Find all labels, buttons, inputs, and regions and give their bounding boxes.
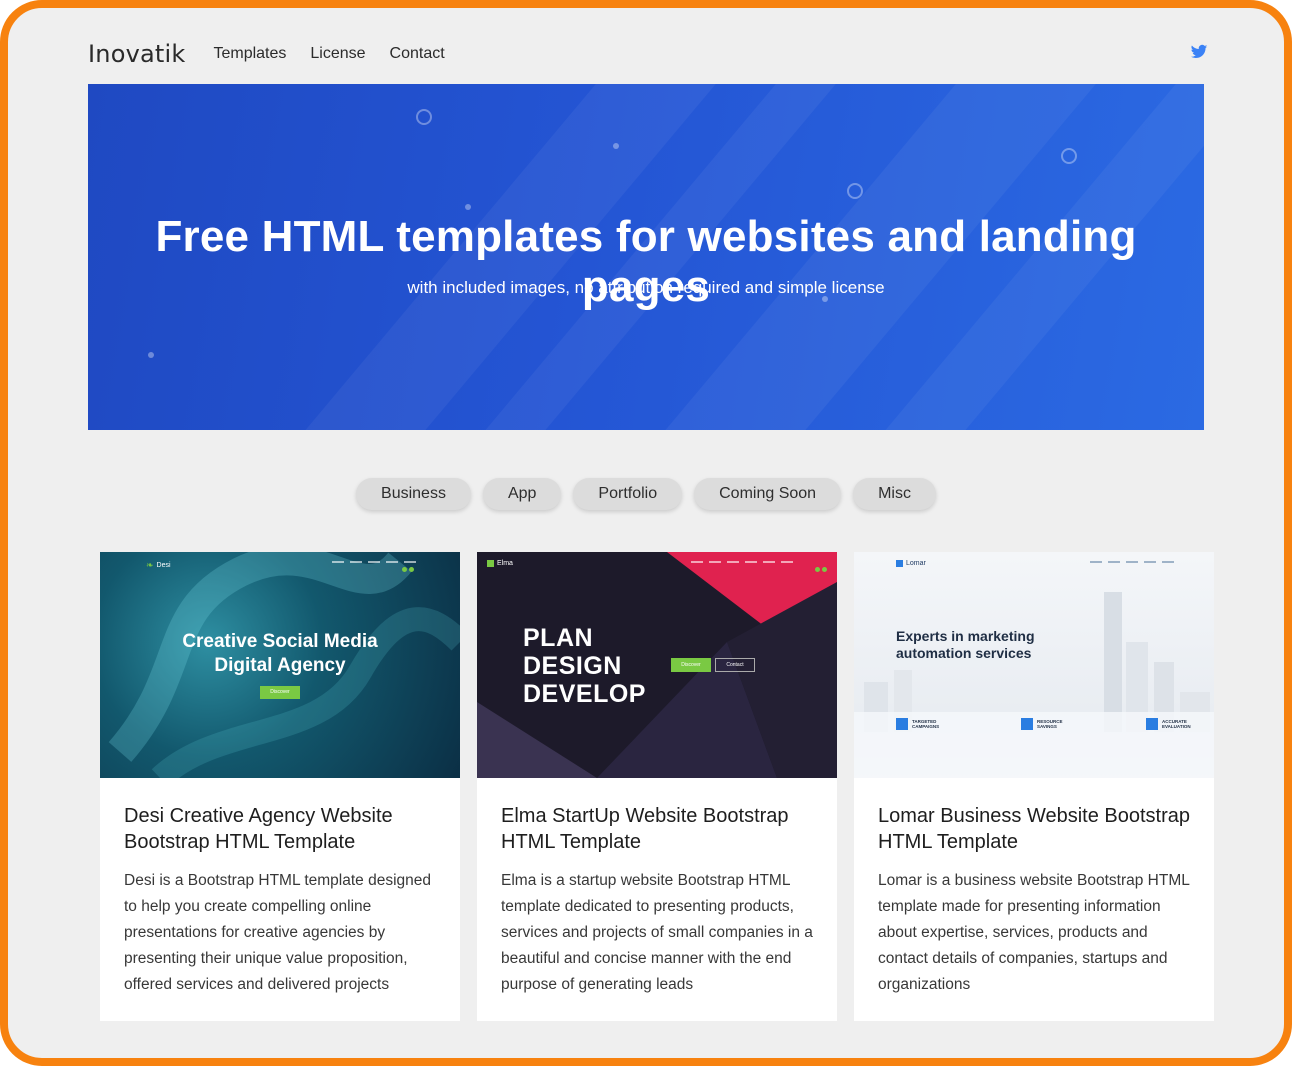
city-skyline-decor (854, 592, 1214, 778)
card-description: Lomar is a business website Bootstrap HT… (878, 872, 1190, 993)
hero-decor-circle (1061, 148, 1077, 164)
thumb-logo-text: Lomar (906, 560, 926, 567)
template-thumbnail[interactable]: Elma PLAN DESIGN DEVELOP Discover Contac… (477, 552, 837, 778)
thumb-logo: Lomar (896, 560, 926, 567)
leaf-icon: ❧ (146, 560, 154, 570)
filter-coming-soon[interactable]: Coming Soon (694, 478, 842, 510)
card-description: Desi is a Bootstrap HTML template design… (124, 872, 431, 993)
thumb-feature: TARGETED CAMPAIGNS (896, 718, 942, 730)
template-thumbnail[interactable]: ❧ Desi Creative Social Media Digital Age… (100, 552, 460, 778)
thumb-logo: ❧ Desi (146, 560, 171, 571)
thumb-contact-button: Contact (715, 658, 755, 672)
hero-decor-dot (465, 204, 471, 210)
thumb-social (813, 559, 827, 577)
thumb-headline: DEVELOP (523, 680, 646, 708)
brand-logo[interactable]: Inovatik (88, 40, 185, 68)
hero-decor-dot (148, 352, 154, 358)
browser-frame: Inovatik Templates License Contact Free … (0, 0, 1292, 1066)
hero-subtitle: with included images, no attribution req… (407, 278, 885, 297)
card-title[interactable]: Desi Creative Agency Website Bootstrap H… (124, 803, 444, 855)
thumb-logo-text: Desi (156, 562, 171, 569)
thumb-discover-button: Discover (671, 658, 711, 672)
document-icon (1146, 718, 1158, 730)
thumb-logo: Elma (487, 560, 513, 567)
thumb-headline: Creative Social Media (182, 631, 378, 652)
nav-link-templates[interactable]: Templates (213, 45, 286, 63)
thumb-nav (691, 561, 793, 563)
thumb-cta-button: Discover (260, 686, 300, 699)
template-card[interactable]: Elma PLAN DESIGN DEVELOP Discover Contac… (477, 552, 837, 1021)
filter-business[interactable]: Business (356, 478, 471, 510)
thumb-social (400, 559, 414, 577)
card-title[interactable]: Elma StartUp Website Bootstrap HTML Temp… (501, 803, 821, 855)
monitor-icon (896, 718, 908, 730)
template-thumbnail[interactable]: Lomar Experts in marketing automation se… (854, 552, 1214, 778)
thumb-logo-text: Elma (497, 560, 513, 567)
thumb-nav (1090, 561, 1174, 563)
thumb-headline: DESIGN (523, 652, 622, 680)
template-card[interactable]: ❧ Desi Creative Social Media Digital Age… (100, 552, 460, 1021)
thumb-feature: RESOURCE SAVINGS (1021, 718, 1067, 730)
hero-banner: Free HTML templates for websites and lan… (88, 84, 1204, 430)
thumb-headline: automation services (896, 645, 1032, 661)
thumb-headline: Experts in marketing (896, 628, 1035, 644)
logo-mark-icon (487, 560, 494, 567)
twitter-icon[interactable] (1190, 43, 1208, 61)
card-title[interactable]: Lomar Business Website Bootstrap HTML Te… (878, 803, 1198, 855)
card-description: Elma is a startup website Bootstrap HTML… (501, 872, 813, 993)
template-card[interactable]: Lomar Experts in marketing automation se… (854, 552, 1214, 1021)
hero-decor-circle (416, 109, 432, 125)
nav-link-contact[interactable]: Contact (390, 45, 445, 63)
hero-decor-dot (613, 143, 619, 149)
logo-mark-icon (896, 560, 903, 567)
filter-misc[interactable]: Misc (853, 478, 936, 510)
folder-icon (1021, 718, 1033, 730)
category-filters: Business App Portfolio Coming Soon Misc (8, 478, 1284, 510)
thumb-feature: ACCURATE EVALUATION (1146, 718, 1196, 730)
filter-app[interactable]: App (482, 478, 562, 510)
nav-link-license[interactable]: License (310, 45, 365, 63)
filter-portfolio[interactable]: Portfolio (573, 478, 683, 510)
top-nav: Inovatik Templates License Contact (88, 26, 1208, 82)
template-grid: ❧ Desi Creative Social Media Digital Age… (100, 552, 1214, 1021)
thumb-headline: PLAN (523, 624, 594, 652)
thumb-headline: Digital Agency (214, 655, 346, 676)
hero-decor-circle (847, 183, 863, 199)
